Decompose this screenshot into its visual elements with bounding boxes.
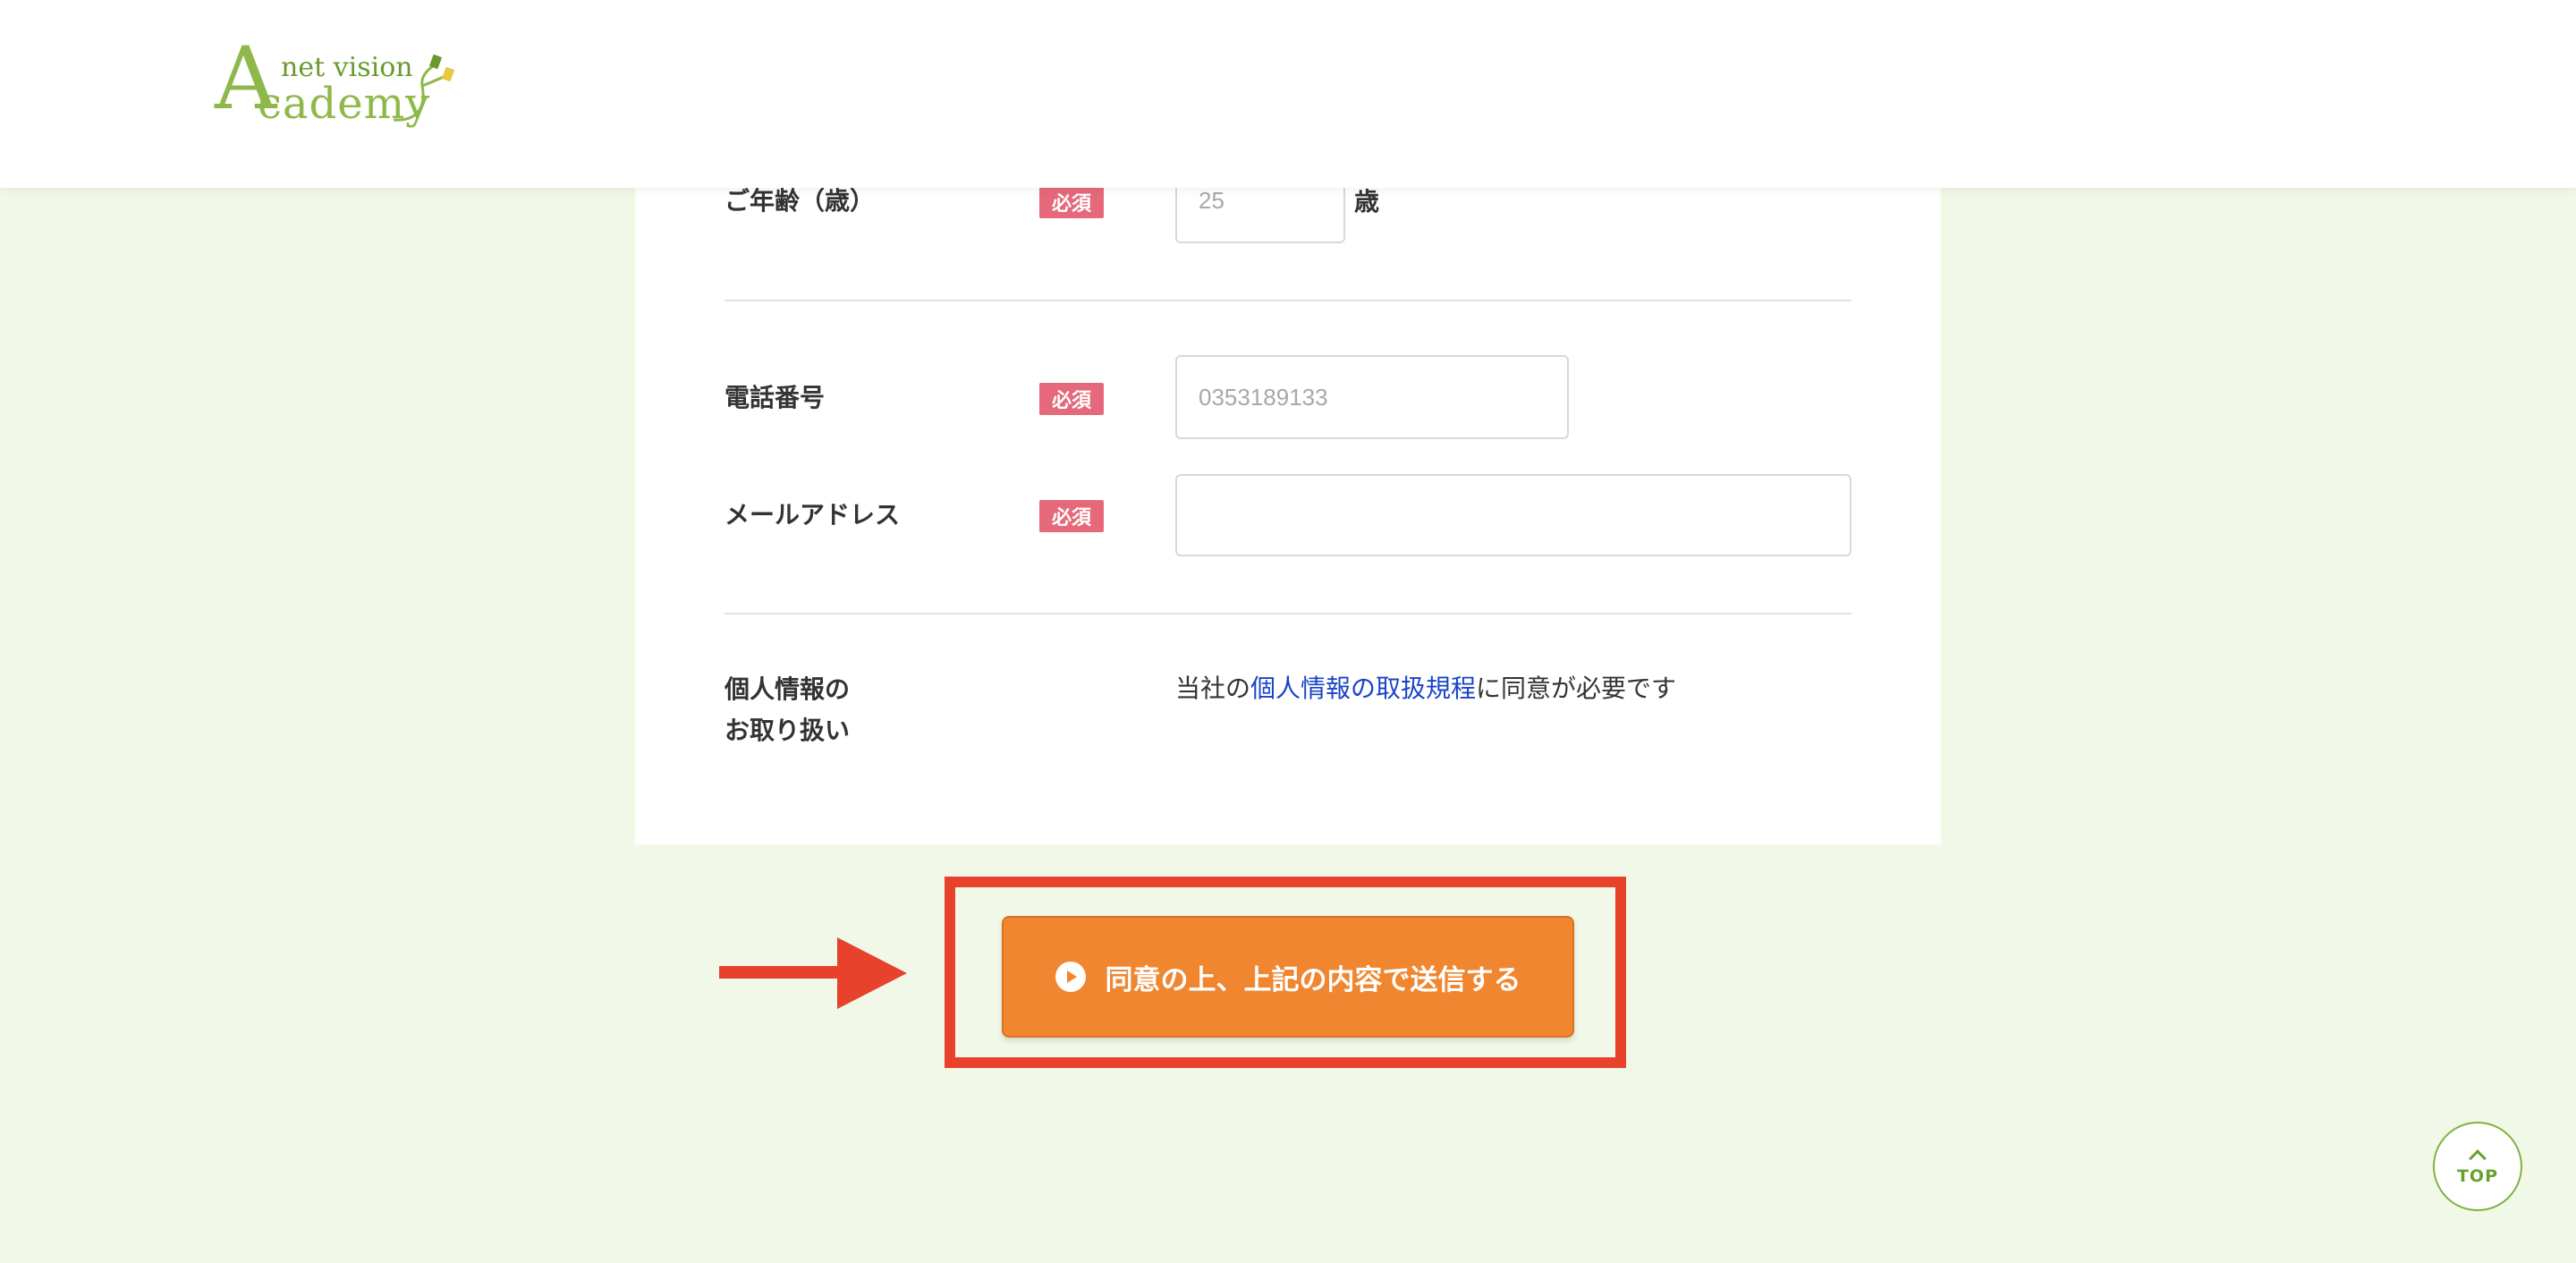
chevron-up-icon <box>2469 1149 2487 1167</box>
email-required-badge: 必須 <box>1039 500 1104 532</box>
phone-required-badge: 必須 <box>1039 383 1104 415</box>
divider <box>724 613 1852 615</box>
privacy-consent-text: 当社の個人情報の取扱規程に同意が必要です <box>1175 669 1676 705</box>
age-unit: 歳 <box>1354 187 1380 216</box>
privacy-label-line1: 個人情報の <box>724 674 851 704</box>
phone-input[interactable] <box>1175 355 1569 439</box>
email-label: メールアドレス <box>724 500 901 530</box>
email-input[interactable] <box>1175 474 1852 556</box>
consent-suffix: に同意が必要です <box>1476 674 1677 703</box>
phone-label: 電話番号 <box>724 383 826 412</box>
top-label: TOP <box>2456 1166 2499 1186</box>
consent-prefix: 当社の <box>1175 674 1251 703</box>
page: ご年齢（歳） 必須 歳 電話番号 必須 メールアドレス 必須 個人情報の お取り… <box>0 0 2576 1263</box>
red-arrow-icon <box>719 937 907 1009</box>
academy-logo[interactable]: A net vision cademy <box>215 36 456 130</box>
back-to-top-button[interactable]: TOP <box>2433 1122 2522 1211</box>
age-required-badge: 必須 <box>1039 186 1104 218</box>
divider <box>724 300 1852 301</box>
cable-icon <box>393 54 455 122</box>
privacy-policy-link[interactable]: 個人情報の取扱規程 <box>1250 674 1476 703</box>
play-circle-icon <box>1055 962 1086 992</box>
submit-label: 同意の上、上記の内容で送信する <box>1105 963 1521 996</box>
privacy-label-line2: お取り扱い <box>724 716 851 745</box>
submit-button[interactable]: 同意の上、上記の内容で送信する <box>1002 916 1574 1038</box>
site-header: A net vision cademy <box>0 0 2576 188</box>
